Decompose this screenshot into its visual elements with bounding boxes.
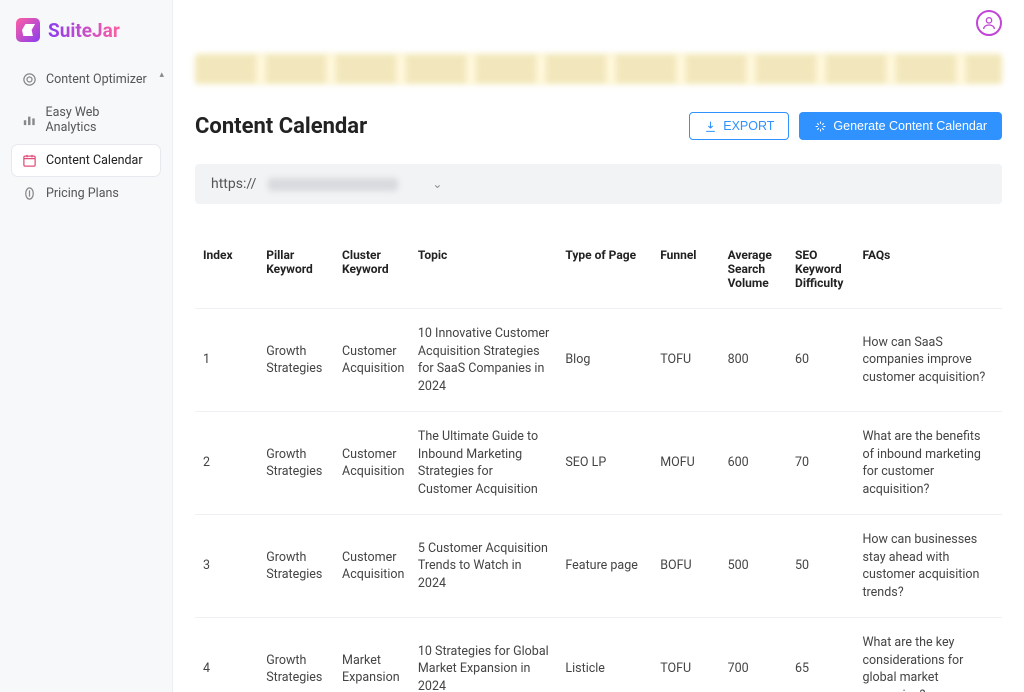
cell-topic: 10 Strategies for Global Market Expansio…	[410, 618, 557, 692]
cell-volume: 800	[720, 309, 787, 412]
cell-pillar: Growth Strategies	[258, 309, 334, 412]
export-label: EXPORT	[723, 119, 774, 133]
logo-mark-icon	[16, 18, 40, 42]
user-avatar[interactable]	[976, 10, 1002, 36]
collapse-caret-icon[interactable]: ▴	[159, 70, 164, 80]
page-header: Content Calendar EXPORT Generate Content…	[195, 112, 1002, 140]
cell-pillar: Growth Strategies	[258, 515, 334, 618]
chevron-down-icon: ⌄	[432, 177, 442, 191]
cell-faqs: What are the key considerations for glob…	[854, 618, 1002, 692]
col-type: Type of Page	[557, 238, 652, 309]
cell-index: 2	[195, 412, 258, 515]
cell-cluster: Market Expansion	[334, 618, 410, 692]
download-icon	[704, 120, 717, 133]
cell-index: 1	[195, 309, 258, 412]
generate-calendar-button[interactable]: Generate Content Calendar	[799, 112, 1002, 140]
sidebar-nav: Content Optimizer Easy Web Analytics Con…	[12, 64, 160, 209]
tag-icon	[22, 186, 37, 201]
export-button[interactable]: EXPORT	[689, 112, 789, 140]
col-cluster: Cluster Keyword	[334, 238, 410, 309]
cell-topic: The Ultimate Guide to Inbound Marketing …	[410, 412, 557, 515]
header-actions: EXPORT Generate Content Calendar	[689, 112, 1002, 140]
cell-difficulty: 50	[787, 515, 854, 618]
cell-type: Feature page	[557, 515, 652, 618]
cell-cluster: Customer Acquisition	[334, 515, 410, 618]
table-row[interactable]: 3Growth StrategiesCustomer Acquisition5 …	[195, 515, 1002, 618]
brand-logo[interactable]: SuiteJar	[12, 18, 160, 42]
sidebar-item-label: Content Optimizer	[46, 72, 147, 87]
generate-label: Generate Content Calendar	[833, 119, 987, 133]
table-row[interactable]: 1Growth StrategiesCustomer Acquisition10…	[195, 309, 1002, 412]
sidebar-item-label: Pricing Plans	[46, 186, 119, 201]
bars-icon	[22, 113, 37, 128]
sparkle-icon	[814, 120, 827, 133]
cell-difficulty: 70	[787, 412, 854, 515]
sidebar-item-label: Easy Web Analytics	[46, 105, 150, 135]
sidebar-item-content-optimizer[interactable]: Content Optimizer	[12, 64, 160, 95]
table-row[interactable]: 4Growth StrategiesMarket Expansion10 Str…	[195, 618, 1002, 692]
cell-funnel: TOFU	[652, 309, 719, 412]
target-icon	[22, 72, 37, 87]
col-difficulty: SEO Keyword Difficulty	[787, 238, 854, 309]
cell-faqs: How can SaaS companies improve customer …	[854, 309, 1002, 412]
cell-cluster: Customer Acquisition	[334, 412, 410, 515]
cell-pillar: Growth Strategies	[258, 412, 334, 515]
col-volume: Average Search Volume	[720, 238, 787, 309]
cell-volume: 500	[720, 515, 787, 618]
col-topic: Topic	[410, 238, 557, 309]
cell-type: Listicle	[557, 618, 652, 692]
cell-cluster: Customer Acquisition	[334, 309, 410, 412]
cell-index: 4	[195, 618, 258, 692]
calendar-icon	[22, 153, 37, 168]
cell-difficulty: 60	[787, 309, 854, 412]
sidebar: SuiteJar ▴ Content Optimizer Easy Web An…	[0, 0, 173, 692]
sidebar-item-pricing-plans[interactable]: Pricing Plans	[12, 178, 160, 209]
cell-faqs: How can businesses stay ahead with custo…	[854, 515, 1002, 618]
main-content: Content Calendar EXPORT Generate Content…	[173, 0, 1024, 692]
domain-selector[interactable]: https:// ⌄	[195, 164, 1002, 204]
url-prefix: https://	[211, 176, 256, 192]
col-funnel: Funnel	[652, 238, 719, 309]
cell-topic: 10 Innovative Customer Acquisition Strat…	[410, 309, 557, 412]
topbar	[976, 10, 1002, 36]
calendar-table: Index Pillar Keyword Cluster Keyword Top…	[195, 238, 1002, 692]
cell-type: Blog	[557, 309, 652, 412]
cell-faqs: What are the benefits of inbound marketi…	[854, 412, 1002, 515]
table-row[interactable]: 2Growth StrategiesCustomer AcquisitionTh…	[195, 412, 1002, 515]
page-title: Content Calendar	[195, 114, 367, 139]
cell-pillar: Growth Strategies	[258, 618, 334, 692]
col-pillar: Pillar Keyword	[258, 238, 334, 309]
col-index: Index	[195, 238, 258, 309]
cell-topic: 5 Customer Acquisition Trends to Watch i…	[410, 515, 557, 618]
url-hidden	[268, 178, 398, 191]
cell-type: SEO LP	[557, 412, 652, 515]
sidebar-item-web-analytics[interactable]: Easy Web Analytics	[12, 97, 160, 143]
cell-volume: 700	[720, 618, 787, 692]
cell-funnel: BOFU	[652, 515, 719, 618]
cell-funnel: MOFU	[652, 412, 719, 515]
sidebar-item-content-calendar[interactable]: Content Calendar	[12, 145, 160, 176]
cell-difficulty: 65	[787, 618, 854, 692]
notification-banner[interactable]	[195, 54, 1002, 84]
col-faqs: FAQs	[854, 238, 1002, 309]
brand-name: SuiteJar	[48, 19, 120, 42]
table-header-row: Index Pillar Keyword Cluster Keyword Top…	[195, 238, 1002, 309]
cell-index: 3	[195, 515, 258, 618]
cell-volume: 600	[720, 412, 787, 515]
cell-funnel: TOFU	[652, 618, 719, 692]
sidebar-item-label: Content Calendar	[46, 153, 143, 168]
